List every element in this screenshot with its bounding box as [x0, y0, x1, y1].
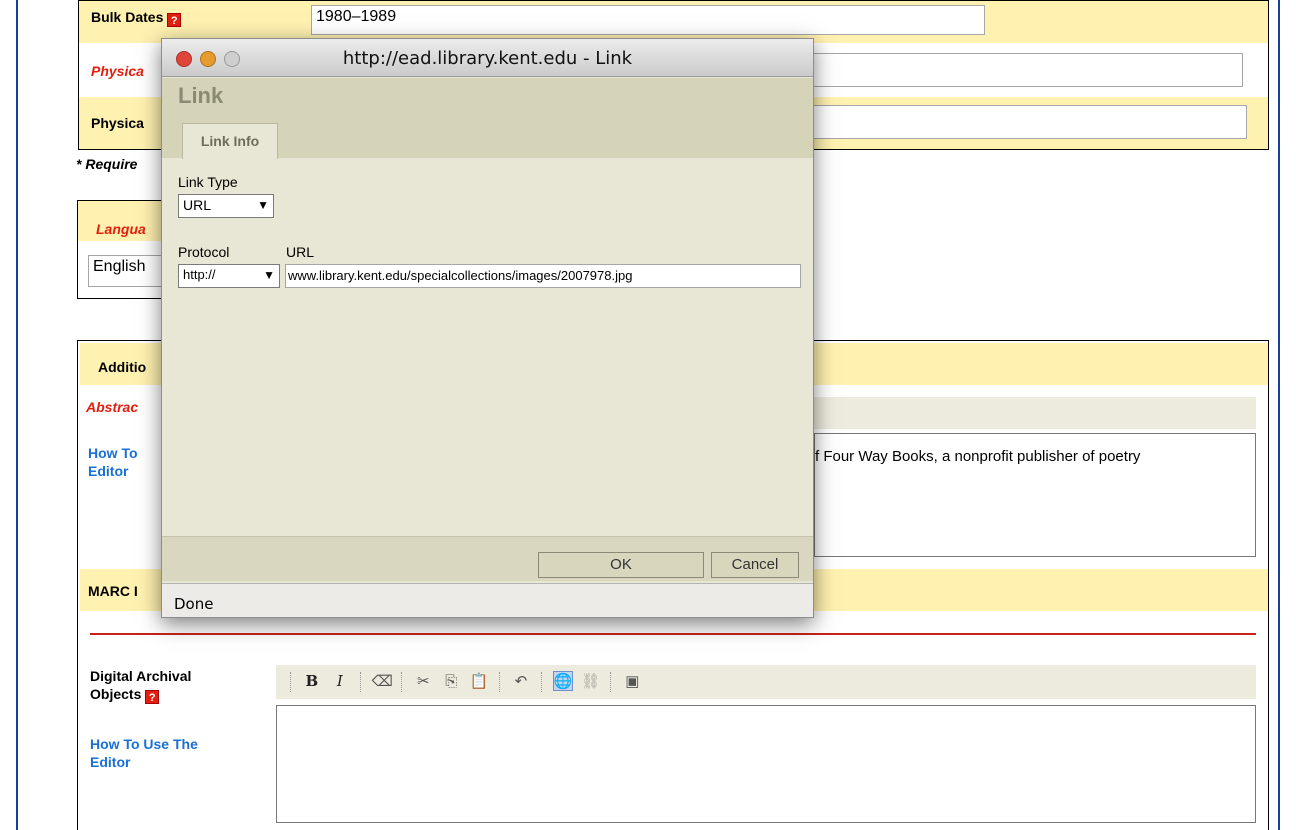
language-label: Langua	[96, 221, 146, 237]
bulk-dates-input[interactable]: 1980–1989	[311, 5, 985, 35]
link-icon[interactable]: 🌐	[552, 671, 573, 691]
page-border-left	[16, 0, 18, 830]
status-text: Done	[174, 595, 214, 613]
italic-button[interactable]: I	[330, 671, 350, 691]
digital-toolbar: B I ⌫ ✂ ⎘ 📋 ↶ 🌐 ⛓ ▣	[276, 665, 1256, 699]
page-border-right	[1278, 0, 1280, 830]
url-input[interactable]: www.library.kent.edu/specialcollections/…	[285, 264, 801, 288]
physical-label-1: Physica	[91, 63, 144, 79]
help-icon[interactable]: ?	[145, 690, 160, 704]
protocol-value: http://	[183, 267, 216, 282]
physical-label-2: Physica	[91, 115, 144, 131]
bulk-dates-label: Bulk Dates ?	[91, 9, 182, 27]
ok-button[interactable]: OK	[538, 552, 704, 578]
minimize-icon[interactable]	[200, 51, 216, 67]
physical-input-2[interactable]	[811, 105, 1247, 139]
digital-archival-label: Digital Archival Objects ?	[90, 668, 192, 704]
toolbar-separator	[499, 672, 501, 693]
how-to-use-editor-link[interactable]: How To Use The Editor	[90, 735, 198, 771]
link-type-value: URL	[183, 197, 212, 213]
dialog-title: http://ead.library.kent.edu - Link	[342, 48, 633, 69]
required-note: * Require	[76, 156, 138, 172]
how-to-link[interactable]: How To	[88, 445, 138, 461]
close-icon[interactable]	[176, 51, 192, 67]
chevron-down-icon: ▼	[263, 268, 275, 282]
link-dialog: http://ead.library.kent.edu - Link Link …	[161, 38, 814, 618]
dialog-heading: Link	[178, 83, 224, 108]
chevron-down-icon: ▼	[257, 198, 269, 212]
bold-button[interactable]: B	[302, 671, 322, 691]
toolbar-separator	[290, 672, 292, 693]
toolbar-separator	[610, 672, 612, 693]
abstract-text: f Four Way Books, a nonprofit publisher …	[815, 448, 1141, 465]
zoom-icon[interactable]	[224, 51, 240, 67]
cancel-button[interactable]: Cancel	[711, 552, 799, 578]
additional-label: Additio	[98, 359, 147, 375]
protocol-select[interactable]: http:// ▼	[178, 264, 280, 288]
link-type-select[interactable]: URL ▼	[178, 194, 274, 218]
abstract-label: Abstrac	[86, 399, 139, 415]
red-divider	[90, 633, 1256, 635]
digital-editor[interactable]	[276, 705, 1256, 823]
toolbar-separator	[359, 672, 362, 693]
eraser-icon[interactable]: ⌫	[372, 672, 393, 692]
marc-label: MARC I	[88, 583, 138, 599]
paste-icon[interactable]: 📋	[469, 672, 489, 692]
status-bar	[162, 583, 813, 617]
physical-input-1[interactable]	[811, 53, 1243, 87]
toolbar-separator	[401, 672, 403, 693]
abstract-editor[interactable]: f Four Way Books, a nonprofit publisher …	[814, 433, 1256, 557]
editor-link[interactable]: Editor	[88, 463, 128, 479]
link-type-label: Link Type	[178, 174, 238, 190]
copy-icon[interactable]: ⎘	[441, 672, 461, 692]
url-label: URL	[286, 244, 315, 260]
tab-link-info[interactable]: Link Info	[182, 123, 278, 159]
abstract-toolbar	[814, 397, 1256, 429]
undo-icon[interactable]: ↶	[511, 672, 531, 692]
help-icon[interactable]: ?	[167, 13, 182, 27]
toolbar-separator	[540, 672, 543, 693]
protocol-label: Protocol	[178, 244, 230, 260]
image-icon[interactable]: ▣	[622, 672, 642, 692]
cut-icon[interactable]: ✂	[413, 672, 433, 692]
unlink-icon[interactable]: ⛓	[581, 672, 601, 692]
